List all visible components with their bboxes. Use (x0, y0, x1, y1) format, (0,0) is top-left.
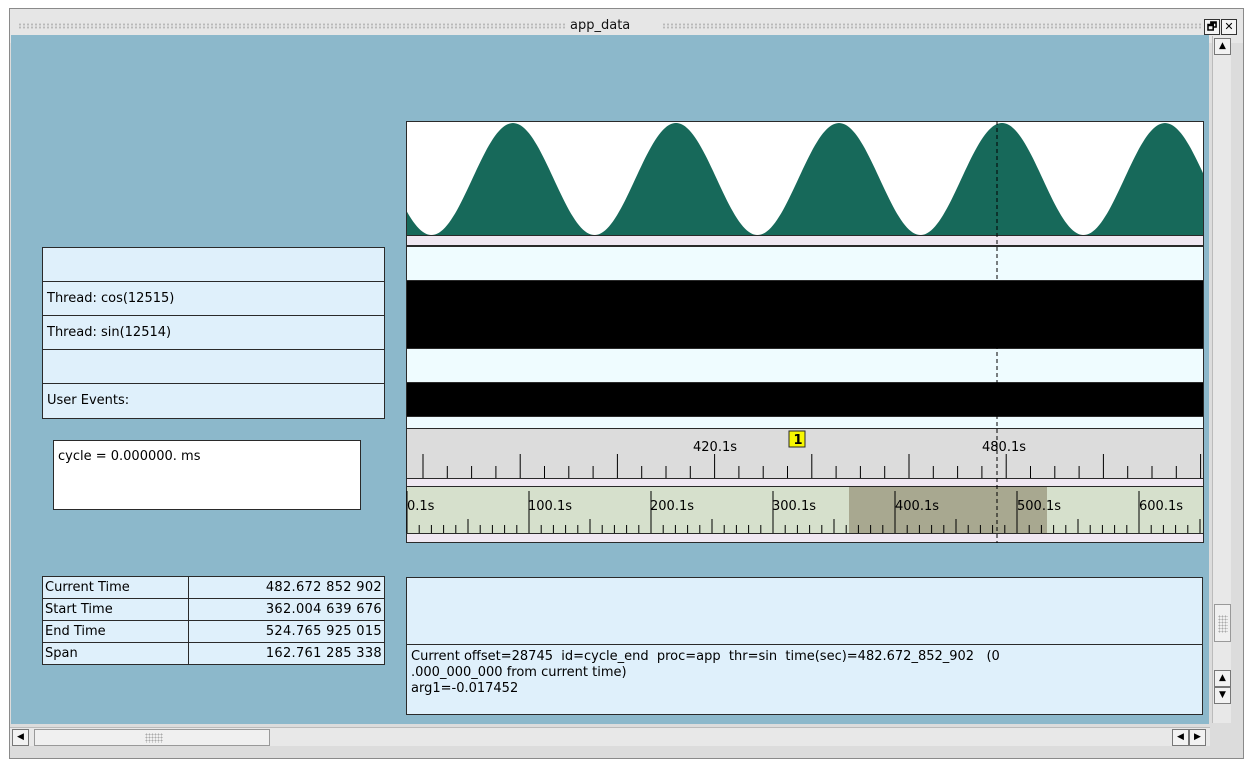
event-info-line-2: .000_000_000 from current time) (411, 665, 627, 680)
current-time-value: 482.672 852 902 (187, 576, 386, 599)
track-blank-1 (406, 246, 1204, 281)
overview-tick-label-0: 0.1s (407, 499, 435, 514)
horizontal-scroll-thumb[interactable] (34, 729, 270, 746)
overview-tick-label-100: 100.1s (528, 499, 572, 514)
restore-window-button[interactable]: 🗗 (1204, 19, 1220, 35)
restore-icon: 🗗 (1206, 20, 1218, 33)
table-row: Span 162.761 285 338 (42, 642, 386, 665)
table-row: End Time 524.765 925 015 (42, 620, 386, 643)
scroll-left-button[interactable]: ◀ (12, 729, 29, 746)
overview-tick-label-400: 400.1s (895, 499, 939, 514)
table-row: Current Time 482.672 852 902 (42, 576, 386, 599)
track-gap (406, 416, 1204, 429)
event-info-panel: Current offset=28745 id=cycle_end proc=a… (406, 577, 1203, 715)
arrow-left-icon: ◀ (1177, 732, 1184, 742)
cycle-readout: cycle = 0.000000. ms (58, 449, 201, 464)
vertical-scroll-thumb[interactable] (1214, 604, 1231, 642)
axis-separator (406, 478, 1204, 487)
time-summary-table: Current Time 482.672 852 902 Start Time … (42, 576, 386, 665)
current-time-label: Current Time (42, 576, 189, 599)
end-time-value: 524.765 925 015 (187, 620, 386, 643)
start-time-value: 362.004 639 676 (187, 598, 386, 621)
span-value: 162.761 285 338 (187, 642, 386, 665)
arrow-up-icon: ▲ (1219, 41, 1226, 51)
arrow-up-icon: ▲ (1219, 673, 1226, 683)
track-blank-2 (406, 348, 1204, 383)
end-time-label: End Time (42, 620, 189, 643)
start-time-label: Start Time (42, 598, 189, 621)
close-icon: ✕ (1224, 20, 1234, 33)
overview-tick-label-200: 200.1s (650, 499, 694, 514)
thread-row-sin[interactable]: Thread: sin(12514) (43, 316, 384, 350)
overview-tick-label-300: 300.1s (772, 499, 816, 514)
arrow-right-icon: ▶ (1194, 732, 1201, 742)
timeline-view[interactable]: 420.1s 480.1s 1 0.1s 100.1s 200.1s 300.1… (406, 121, 1204, 544)
overview-bottom-strip (406, 533, 1204, 543)
close-window-button[interactable]: ✕ (1221, 19, 1237, 35)
title-grip-right (662, 23, 1202, 29)
window-title: app_data (570, 18, 631, 33)
thread-row-blank-2 (43, 350, 384, 384)
scroll-left-end-button[interactable]: ◀ (1172, 729, 1189, 746)
overview-tick-label-600: 600.1s (1139, 499, 1183, 514)
event-info-text: Current offset=28745 id=cycle_end proc=a… (407, 644, 1202, 714)
scroll-up-button[interactable]: ▲ (1214, 670, 1231, 687)
scroll-up-top-button[interactable]: ▲ (1214, 38, 1231, 55)
thread-row-blank-1 (43, 248, 384, 282)
arrow-left-icon: ◀ (17, 732, 24, 742)
thread-label-panel: Thread: cos(12515) Thread: sin(12514) Us… (42, 247, 385, 419)
arrow-down-icon: ▼ (1219, 690, 1226, 700)
waveform-separator (406, 235, 1204, 246)
cycle-readout-box: cycle = 0.000000. ms (53, 440, 361, 510)
scroll-down-button[interactable]: ▼ (1214, 687, 1231, 704)
zoom-tick-label-420: 420.1s (693, 440, 737, 455)
zoom-tick-label-480: 480.1s (982, 440, 1026, 455)
thumb-grip (145, 733, 163, 743)
thumb-grip (1218, 615, 1228, 633)
track-user-events[interactable] (406, 382, 1204, 417)
event-info-line-1: Current offset=28745 id=cycle_end proc=a… (411, 649, 1000, 664)
title-grip-left (18, 23, 566, 29)
track-cos-sin[interactable] (406, 280, 1204, 349)
horizontal-scrollbar[interactable]: ◀ ◀ ▶ (10, 727, 1210, 746)
overview-tick-label-500: 500.1s (1017, 499, 1061, 514)
event-info-line-3: arg1=-0.017452 (411, 681, 519, 696)
table-row: Start Time 362.004 639 676 (42, 598, 386, 621)
event-marker-label: 1 (794, 433, 803, 448)
scroll-right-button[interactable]: ▶ (1189, 729, 1206, 746)
thread-row-cos[interactable]: Thread: cos(12515) (43, 282, 384, 316)
vertical-scrollbar[interactable]: ▲ ▲ ▼ (1212, 36, 1231, 723)
thread-row-user-events[interactable]: User Events: (43, 384, 384, 418)
span-label: Span (42, 642, 189, 665)
